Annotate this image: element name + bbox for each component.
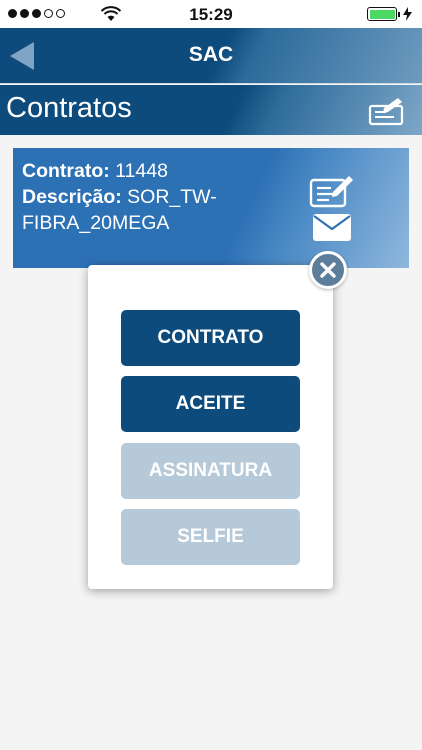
status-bar: 15:29	[0, 0, 422, 28]
contract-description-line1: SOR_TW-	[127, 186, 217, 208]
header-title: SAC	[188, 43, 234, 66]
mail-icon[interactable]	[313, 214, 351, 241]
charging-bolt-icon	[403, 7, 412, 21]
selfie-button: SELFIE	[121, 509, 300, 565]
contract-number-label: Contrato:	[22, 160, 110, 182]
aceite-button[interactable]: ACEITE	[121, 376, 300, 432]
section-bar: Contratos	[0, 85, 422, 135]
section-title: Contratos	[6, 92, 132, 124]
battery-icon	[367, 7, 412, 21]
sign-document-icon[interactable]	[309, 174, 355, 208]
contract-options-modal: CONTRATO ACEITE ASSINATURA SELFIE	[88, 265, 333, 589]
signature-icon[interactable]	[368, 96, 406, 126]
contract-description-row: Descrição: SOR_TW-	[22, 186, 217, 209]
assinatura-button: ASSINATURA	[121, 443, 300, 499]
status-time: 15:29	[189, 5, 233, 24]
contract-description-label: Descrição:	[22, 186, 122, 208]
close-icon	[320, 262, 336, 278]
contract-number-value: 11448	[115, 160, 168, 182]
contrato-button[interactable]: CONTRATO	[121, 310, 300, 366]
contract-description-line2: FIBRA_20MEGA	[22, 212, 170, 234]
contract-number-row: Contrato: 11448	[22, 160, 168, 183]
close-modal-button[interactable]	[309, 251, 347, 289]
app-header: SAC	[0, 28, 422, 84]
contract-card[interactable]: Contrato: 11448 Descrição: SOR_TW- FIBRA…	[13, 148, 409, 268]
